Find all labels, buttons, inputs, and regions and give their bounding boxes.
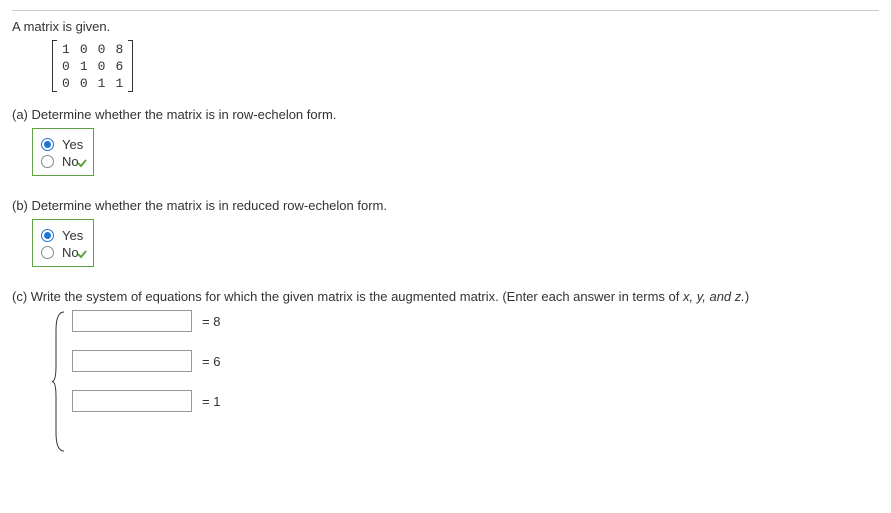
equation-row-3: = 1 — [72, 390, 220, 412]
radio-yes-label: Yes — [62, 137, 83, 152]
matrix-cell: 0 — [57, 58, 75, 75]
part-c: (c) Write the system of equations for wh… — [12, 289, 879, 453]
equation-input-1[interactable] — [72, 310, 192, 332]
part-b: (b) Determine whether the matrix is in r… — [12, 198, 879, 267]
radio-no[interactable] — [41, 246, 54, 259]
radio-no[interactable] — [41, 155, 54, 168]
equation-system: = 8 = 6 = 1 — [52, 310, 879, 453]
matrix-cell: 1 — [75, 58, 93, 75]
matrix-cell: 1 — [93, 75, 111, 92]
radio-yes-label: Yes — [62, 228, 83, 243]
intro-text: A matrix is given. — [12, 19, 879, 34]
matrix-cell: 1 — [57, 41, 75, 58]
matrix-cell: 0 — [75, 75, 93, 92]
matrix-cell: 8 — [110, 41, 128, 58]
part-a-radio-group: Yes No — [32, 128, 94, 176]
part-c-label: (c) Write the system of equations for wh… — [12, 289, 879, 304]
part-b-radio-group: Yes No — [32, 219, 94, 267]
matrix-cell: 0 — [57, 75, 75, 92]
equation-row-1: = 8 — [72, 310, 220, 332]
equation-rhs-1: = 8 — [202, 314, 220, 329]
check-icon — [76, 248, 88, 263]
matrix-display: 1 0 0 8 0 1 0 6 0 0 1 1 — [52, 40, 133, 92]
equation-input-2[interactable] — [72, 350, 192, 372]
matrix-cell: 0 — [93, 41, 111, 58]
radio-yes[interactable] — [41, 138, 54, 151]
part-b-label: (b) Determine whether the matrix is in r… — [12, 198, 879, 213]
equation-row-2: = 6 — [72, 350, 220, 372]
equation-input-3[interactable] — [72, 390, 192, 412]
matrix-cell: 6 — [110, 58, 128, 75]
check-icon — [76, 157, 88, 172]
matrix-cell: 1 — [110, 75, 128, 92]
left-brace — [52, 310, 66, 453]
matrix-cell: 0 — [93, 58, 111, 75]
equation-rhs-2: = 6 — [202, 354, 220, 369]
equation-rhs-3: = 1 — [202, 394, 220, 409]
part-a: (a) Determine whether the matrix is in r… — [12, 107, 879, 176]
part-a-label: (a) Determine whether the matrix is in r… — [12, 107, 879, 122]
radio-yes[interactable] — [41, 229, 54, 242]
matrix-cell: 0 — [75, 41, 93, 58]
